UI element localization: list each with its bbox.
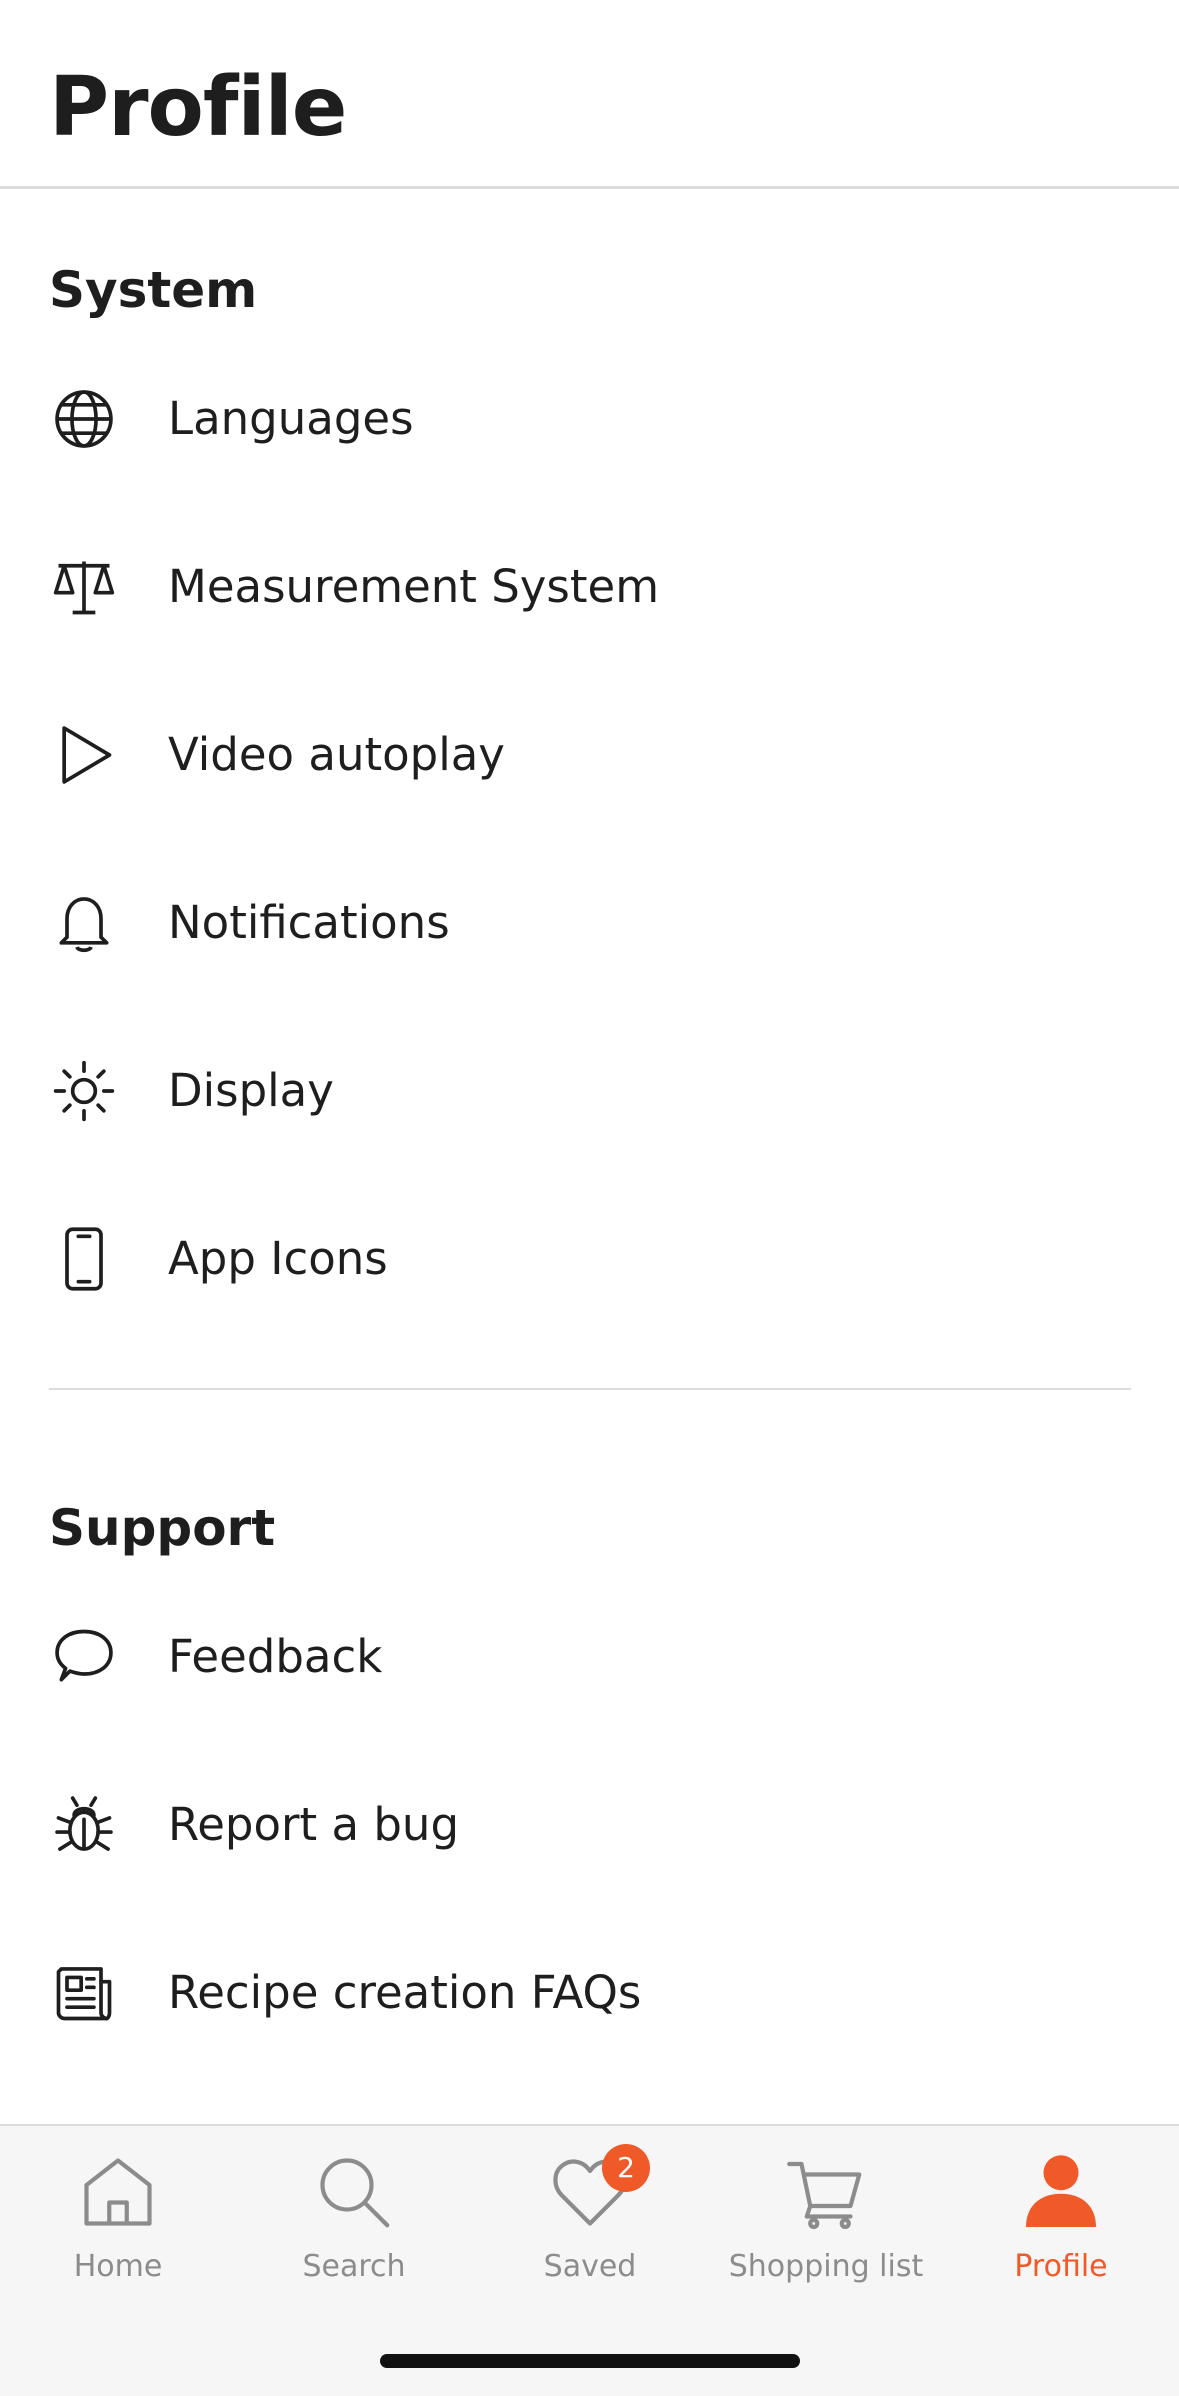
section-title-system: System <box>49 261 258 319</box>
menu-item-app-icons[interactable]: App Icons <box>0 1175 1179 1343</box>
menu-item-display[interactable]: Display <box>0 1007 1179 1175</box>
menu-item-measurement-system[interactable]: Measurement System <box>0 503 1179 671</box>
phone-icon <box>50 1225 118 1293</box>
tab-label: Saved <box>543 2249 637 2284</box>
menu-item-label: Recipe creation FAQs <box>168 1966 642 2019</box>
tab-shopping-list[interactable]: Shopping list <box>708 2126 944 2306</box>
section-title-support: Support <box>49 1499 276 1557</box>
tab-profile[interactable]: Profile <box>943 2126 1179 2306</box>
menu-item-label: App Icons <box>168 1232 388 1285</box>
tab-label: Shopping list <box>728 2249 924 2284</box>
section-divider <box>49 1388 1131 1390</box>
menu-item-label: Feedback <box>168 1630 383 1683</box>
tab-label: Search <box>302 2249 406 2284</box>
person-icon <box>1019 2150 1103 2234</box>
newspaper-icon <box>50 1959 118 2027</box>
menu-item-video-autoplay[interactable]: Video autoplay <box>0 671 1179 839</box>
sun-icon <box>50 1057 118 1125</box>
cart-icon <box>784 2150 868 2234</box>
scale-icon <box>50 553 118 621</box>
tab-label: Profile <box>1014 2249 1108 2284</box>
search-icon <box>312 2150 396 2234</box>
menu-item-label: Report a bug <box>168 1798 460 1851</box>
menu-item-report-bug[interactable]: Report a bug <box>0 1741 1179 1909</box>
chat-bubble-icon <box>50 1623 118 1691</box>
bell-icon <box>50 889 118 957</box>
header: Profile <box>0 0 1179 189</box>
menu-item-label: Video autoplay <box>168 728 505 781</box>
tab-search[interactable]: Search <box>236 2126 472 2306</box>
saved-count-badge: 2 <box>602 2144 650 2192</box>
play-icon <box>50 721 118 789</box>
menu-item-recipe-creation-faqs[interactable]: Recipe creation FAQs <box>0 1909 1179 2077</box>
globe-icon <box>50 385 118 453</box>
home-indicator <box>380 2354 800 2368</box>
tab-home[interactable]: Home <box>0 2126 236 2306</box>
menu-item-feedback[interactable]: Feedback <box>0 1573 1179 1741</box>
home-icon <box>76 2150 160 2234</box>
menu-item-label: Measurement System <box>168 560 660 613</box>
menu-item-label: Languages <box>168 392 414 445</box>
tab-saved[interactable]: 2 Saved <box>472 2126 708 2306</box>
menu-item-languages[interactable]: Languages <box>0 335 1179 503</box>
menu-item-label: Notifications <box>168 896 450 949</box>
tab-label: Home <box>73 2249 163 2284</box>
menu-item-label: Display <box>168 1064 334 1117</box>
bug-icon <box>50 1791 118 1859</box>
menu-item-notifications[interactable]: Notifications <box>0 839 1179 1007</box>
page-title: Profile <box>49 60 347 155</box>
